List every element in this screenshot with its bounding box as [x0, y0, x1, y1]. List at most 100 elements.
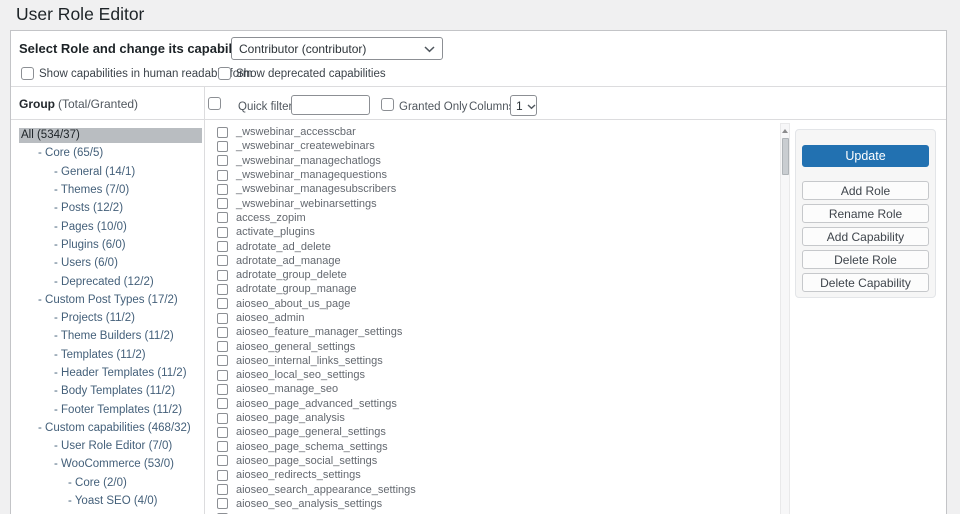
capability-label: _wswebinar_webinarsettings: [236, 198, 377, 210]
granted-only-label: Granted Only: [399, 101, 467, 113]
tree-item-label: - Custom capabilities (468/32): [11, 422, 191, 434]
capability-checkbox[interactable]: [217, 141, 228, 152]
capability-checkbox[interactable]: [217, 184, 228, 195]
capability-checkbox[interactable]: [217, 212, 228, 223]
tree-item[interactable]: - Posts (12/2): [11, 199, 204, 217]
tree-item[interactable]: - Yoast SEO (4/0): [11, 492, 204, 510]
granted-only-checkbox[interactable]: [381, 98, 394, 111]
tree-item[interactable]: - Body Templates (11/2): [11, 382, 204, 400]
capability-checkbox[interactable]: [217, 398, 228, 409]
capability-row: aioseo_page_analysis: [204, 411, 780, 425]
columns-select[interactable]: 1: [510, 95, 537, 116]
tree-item[interactable]: - WooCommerce (53/0): [11, 455, 204, 473]
delete-capability-button[interactable]: Delete Capability: [802, 273, 929, 292]
capability-row: adrotate_ad_delete: [204, 239, 780, 253]
capability-checkbox[interactable]: [217, 427, 228, 438]
capability-label: adrotate_ad_delete: [236, 241, 331, 253]
capability-label: adrotate_group_delete: [236, 269, 347, 281]
tree-item-label: - Projects (11/2): [11, 312, 135, 324]
capability-checkbox[interactable]: [217, 127, 228, 138]
capability-label: _wswebinar_managechatlogs: [236, 155, 381, 167]
capability-row: _wswebinar_accesscbar: [204, 125, 780, 139]
capability-checkbox[interactable]: [217, 198, 228, 209]
capability-row: aioseo_local_seo_settings: [204, 368, 780, 382]
tree-item[interactable]: - Projects (11/2): [11, 309, 204, 327]
capability-checkbox[interactable]: [217, 313, 228, 324]
update-button[interactable]: Update: [802, 145, 929, 167]
capability-checkbox[interactable]: [217, 255, 228, 266]
capability-row: aioseo_admin: [204, 311, 780, 325]
capability-row: aioseo_seo_analysis_settings: [204, 497, 780, 511]
tree-item[interactable]: - Core (2/0): [11, 474, 204, 492]
capability-label: aioseo_general_settings: [236, 341, 355, 353]
capability-checkbox[interactable]: [217, 284, 228, 295]
capability-row: _wswebinar_managequestions: [204, 168, 780, 182]
tree-item[interactable]: - Custom Post Types (17/2): [11, 291, 204, 309]
tree-item-label: - Themes (7/0): [11, 184, 129, 196]
capability-row: _wswebinar_managesubscribers: [204, 182, 780, 196]
tree-item[interactable]: - Deprecated (12/2): [11, 272, 204, 290]
scrollbar-thumb[interactable]: [782, 138, 789, 175]
page-title: User Role Editor: [16, 4, 144, 25]
capability-checkbox[interactable]: [217, 441, 228, 452]
capability-label: access_zopim: [236, 212, 306, 224]
capability-checkbox[interactable]: [217, 455, 228, 466]
capability-row: adrotate_group_delete: [204, 268, 780, 282]
capability-checkbox[interactable]: [217, 470, 228, 481]
capability-checkbox[interactable]: [217, 241, 228, 252]
capability-checkbox[interactable]: [217, 355, 228, 366]
capability-checkbox[interactable]: [217, 227, 228, 238]
tree-item[interactable]: - Plugins (6/0): [11, 236, 204, 254]
role-select-value: Contributor (contributor): [239, 42, 366, 56]
capability-label: aioseo_seo_analysis_settings: [236, 498, 382, 510]
capability-checkbox[interactable]: [217, 270, 228, 281]
scroll-up-button[interactable]: [781, 127, 789, 135]
deprecated-checkbox[interactable]: [218, 67, 231, 80]
tree-item[interactable]: All (534/37): [11, 126, 204, 144]
tree-item[interactable]: - Footer Templates (11/2): [11, 400, 204, 418]
capability-checkbox[interactable]: [217, 170, 228, 181]
tree-item[interactable]: - Users (6/0): [11, 254, 204, 272]
human-readable-checkbox[interactable]: [21, 67, 34, 80]
tree-item[interactable]: - Templates (11/2): [11, 346, 204, 364]
capability-label: _wswebinar_managesubscribers: [236, 183, 396, 195]
capability-checkbox[interactable]: [217, 384, 228, 395]
tree-item[interactable]: - Custom capabilities (468/32): [11, 419, 204, 437]
capability-label: aioseo_page_advanced_settings: [236, 398, 397, 410]
capability-label: _wswebinar_createwebinars: [236, 140, 375, 152]
quick-filter-input[interactable]: [291, 95, 370, 115]
capability-checkbox[interactable]: [217, 413, 228, 424]
add-capability-button[interactable]: Add Capability: [802, 227, 929, 246]
tree-item[interactable]: - Core (65/5): [11, 144, 204, 162]
capability-label: aioseo_admin: [236, 312, 305, 324]
capability-row: aioseo_about_us_page: [204, 297, 780, 311]
tree-item[interactable]: - Header Templates (11/2): [11, 364, 204, 382]
select-role-label: Select Role and change its capabilities:: [19, 41, 262, 56]
capability-checkbox[interactable]: [217, 327, 228, 338]
capability-label: aioseo_page_social_settings: [236, 455, 377, 467]
capability-checkbox[interactable]: [217, 298, 228, 309]
capability-checkbox[interactable]: [217, 370, 228, 381]
tree-item[interactable]: - Theme Builders (11/2): [11, 327, 204, 345]
tree-item[interactable]: - General (14/1): [11, 163, 204, 181]
delete-role-button[interactable]: Delete Role: [802, 250, 929, 269]
capability-row: aioseo_page_social_settings: [204, 454, 780, 468]
capability-list-scrollbar[interactable]: [780, 123, 790, 514]
capability-checkbox[interactable]: [217, 341, 228, 352]
capability-label: _wswebinar_managequestions: [236, 169, 387, 181]
tree-item[interactable]: - Pages (10/0): [11, 217, 204, 235]
columns-select-value: 1: [516, 99, 523, 113]
chevron-down-icon: [424, 42, 435, 56]
tree-item[interactable]: - User Role Editor (7/0): [11, 437, 204, 455]
capability-label: aioseo_about_us_page: [236, 298, 350, 310]
tree-item[interactable]: - Themes (7/0): [11, 181, 204, 199]
capability-checkbox[interactable]: [217, 498, 228, 509]
select-all-checkbox[interactable]: [208, 97, 221, 110]
capability-label: aioseo_internal_links_settings: [236, 355, 383, 367]
capability-checkbox[interactable]: [217, 155, 228, 166]
capability-row: aioseo_feature_manager_settings: [204, 325, 780, 339]
add-role-button[interactable]: Add Role: [802, 181, 929, 200]
capability-checkbox[interactable]: [217, 484, 228, 495]
role-select[interactable]: Contributor (contributor): [231, 37, 443, 60]
rename-role-button[interactable]: Rename Role: [802, 204, 929, 223]
